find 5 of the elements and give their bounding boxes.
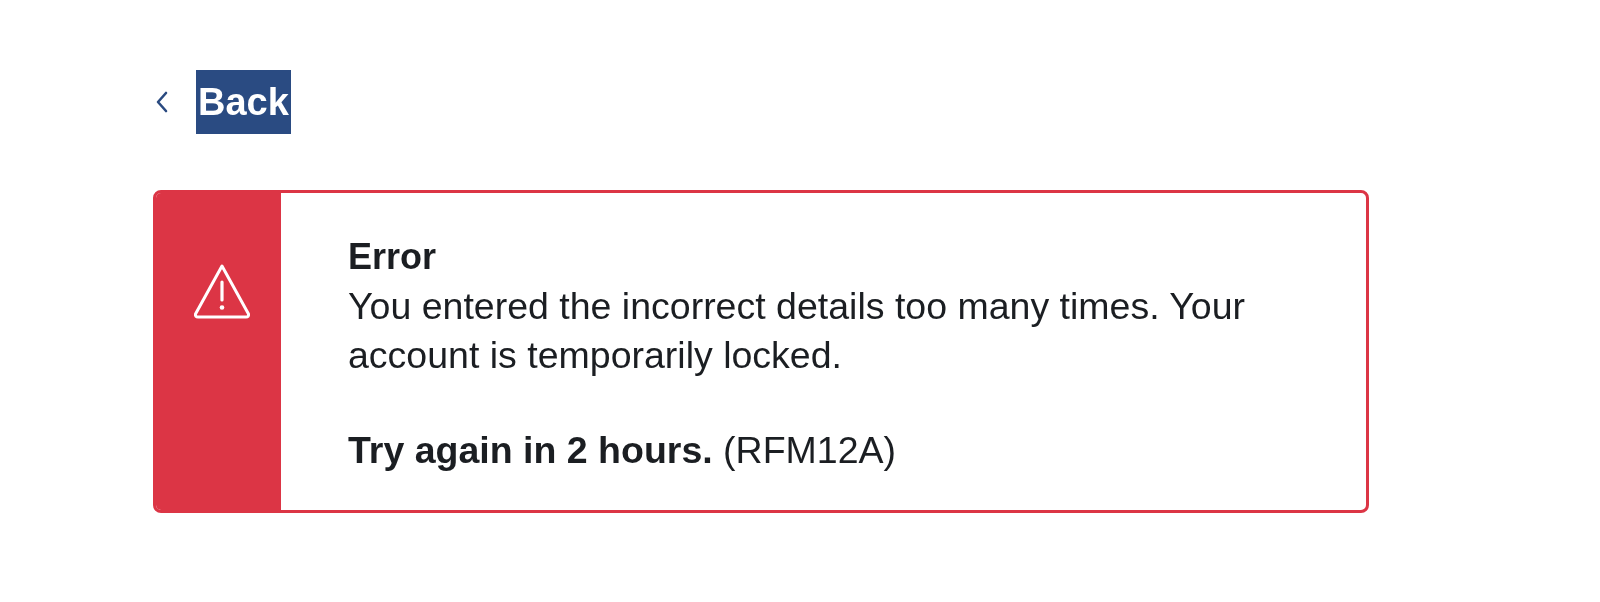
chevron-left-icon — [155, 91, 168, 113]
alert-title: Error — [348, 235, 438, 279]
alert-note: Try again in 2 hours. (RFM12A) — [348, 428, 898, 473]
warning-triangle-icon — [192, 263, 251, 320]
alert-message: You entered the incorrect details too many times. Your account is temporarily locked. — [348, 284, 1247, 378]
